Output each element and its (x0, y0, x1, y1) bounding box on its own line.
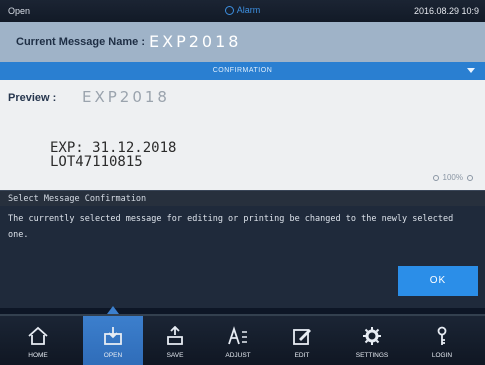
ok-button[interactable]: OK (398, 266, 478, 296)
nav-save-label: SAVE (166, 352, 184, 359)
confirmation-label: CONFIRMATION (212, 67, 273, 74)
active-tab-pointer (107, 306, 119, 314)
preview-label: Preview : (8, 92, 57, 104)
nav-edit-label: EDIT (294, 352, 310, 359)
alarm-icon (224, 6, 234, 15)
chevron-down-icon (467, 68, 475, 73)
datetime: 2016.08.29 10:9 (413, 6, 479, 16)
settings-icon (363, 327, 381, 345)
preview-line-lot: LOT47110815 (50, 154, 143, 170)
nav-home[interactable]: HOME (8, 316, 68, 365)
nav-login-label: LOGIN (431, 352, 453, 359)
zoom-in-icon[interactable] (467, 175, 473, 181)
zoom-control: 100% (429, 173, 477, 182)
nav-open-label: OPEN (103, 352, 123, 359)
zoom-out-icon[interactable] (432, 175, 439, 181)
nav-login[interactable]: LOGIN (412, 316, 472, 365)
screen: Open Alarm 2016.08.29 10:9 Current Messa… (0, 0, 485, 365)
open-icon (104, 327, 122, 345)
adjust-icon (228, 326, 247, 345)
current-message-value: EXP2018 (149, 32, 242, 51)
nav-adjust[interactable]: ADJUST (208, 316, 268, 365)
dialog-message: The currently selected message for editi… (8, 214, 454, 240)
preview-message-name: EXP2018 (82, 88, 170, 106)
bottom-nav: HOME OPEN SAVE ADJUST EDIT SETTINGS LOGI… (0, 314, 485, 365)
nav-settings[interactable]: SETTINGS (342, 316, 402, 365)
alarm-label: Alarm (236, 5, 261, 15)
status-bar: Open Alarm 2016.08.29 10:9 (0, 0, 485, 22)
confirmation-bar[interactable]: CONFIRMATION (0, 62, 485, 80)
nav-home-label: HOME (28, 352, 48, 359)
nav-open[interactable]: OPEN (83, 316, 143, 365)
login-icon (437, 326, 447, 345)
edit-icon (293, 329, 311, 345)
alarm-indicator[interactable]: Alarm (0, 5, 485, 15)
dialog-title: Select Message Confirmation (8, 194, 147, 204)
zoom-level: 100% (442, 173, 463, 182)
current-message-bar: Current Message Name : EXP2018 (0, 22, 485, 63)
dialog-title-bar: Select Message Confirmation (0, 190, 485, 207)
preview-panel: Preview : EXP2018 EXP: 31.12.2018 LOT471… (0, 80, 485, 190)
save-icon (167, 326, 183, 345)
nav-edit[interactable]: EDIT (272, 316, 332, 365)
home-icon (28, 326, 48, 345)
nav-adjust-label: ADJUST (225, 352, 251, 359)
current-message-label: Current Message Name : (16, 36, 145, 48)
nav-settings-label: SETTINGS (355, 352, 389, 359)
nav-save[interactable]: SAVE (145, 316, 205, 365)
